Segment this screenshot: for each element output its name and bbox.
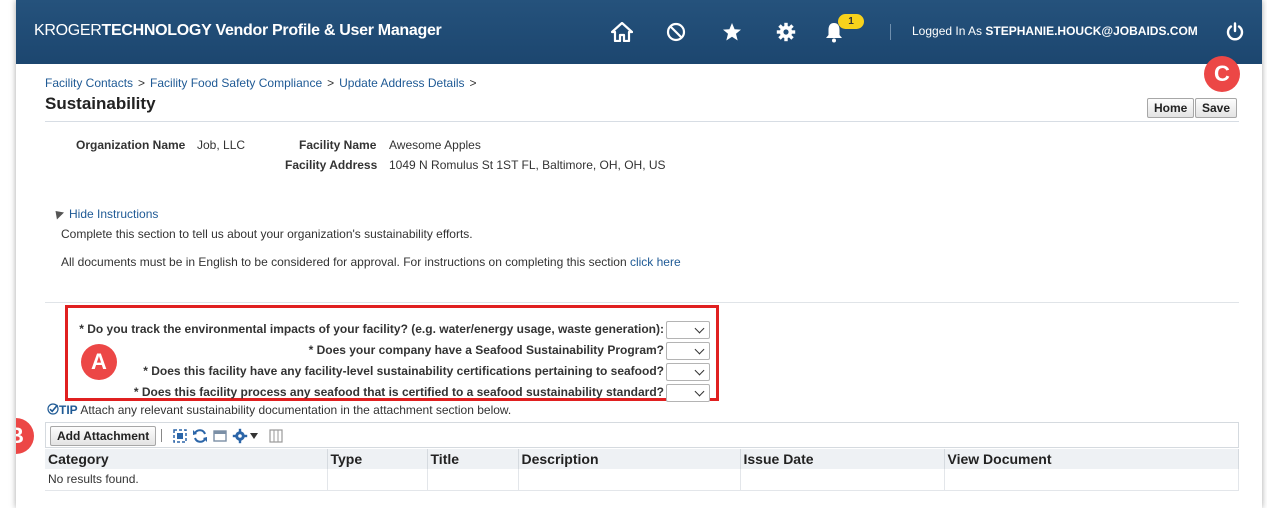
view-icon[interactable]	[212, 428, 228, 444]
home-icon[interactable]	[610, 20, 634, 44]
callout-a: A	[81, 344, 117, 380]
logged-in-info: Logged In As STEPHANIE.HOUCK@JOBAIDS.COM	[912, 24, 1198, 38]
brand-kroger: KROGER	[34, 22, 102, 39]
hide-instructions-toggle[interactable]: Hide Instructions	[51, 207, 159, 221]
column-header-category[interactable]: Category	[45, 449, 328, 469]
caret-down-icon[interactable]	[250, 433, 258, 439]
save-button[interactable]: Save	[1195, 98, 1238, 118]
questions-highlight-box: * Do you track the environmental impacts…	[65, 305, 719, 402]
chevron-down-icon	[694, 386, 705, 397]
chevron-down-icon	[694, 323, 705, 334]
facility-address-value: 1049 N Romulus St 1ST FL, Baltimore, OH,…	[389, 158, 666, 172]
no-results-message: No results found.	[45, 469, 328, 491]
add-attachment-button[interactable]: Add Attachment	[50, 426, 157, 446]
home-button[interactable]: Home	[1147, 98, 1195, 118]
facility-name-label: Facility Name	[299, 138, 377, 152]
breadcrumb-facility-contacts[interactable]: Facility Contacts	[45, 76, 133, 90]
toolbar-divider	[161, 429, 162, 442]
column-header-issue-date[interactable]: Issue Date	[740, 449, 945, 469]
title-divider	[45, 121, 1239, 122]
org-name-label: Organization Name	[76, 138, 186, 152]
app-brand: KROGERTECHNOLOGY Vendor Profile & User Ma…	[34, 22, 442, 40]
breadcrumb-separator: >	[327, 76, 335, 90]
question-3-select[interactable]	[666, 363, 710, 381]
column-header-type[interactable]: Type	[327, 449, 428, 469]
page-title: Sustainability	[45, 94, 156, 113]
click-here-link[interactable]: click here	[630, 255, 681, 269]
question-4-label: * Does this facility process any seafood…	[133, 385, 664, 399]
breadcrumb-food-safety[interactable]: Facility Food Safety Compliance	[150, 76, 322, 90]
chevron-down-icon	[694, 344, 705, 355]
attachments-toolbar: Add Attachment	[45, 422, 1239, 448]
table-cell	[740, 469, 945, 491]
logged-in-user: STEPHANIE.HOUCK@JOBAIDS.COM	[985, 24, 1198, 38]
notification-count-badge: 1	[838, 14, 864, 29]
table-row: No results found.	[45, 469, 1239, 491]
header-bar: KROGERTECHNOLOGY Vendor Profile & User Ma…	[16, 0, 1262, 64]
chevron-down-icon	[694, 365, 705, 376]
question-1-label: * Do you track the environmental impacts…	[79, 322, 664, 336]
table-cell	[518, 469, 741, 491]
question-4-select[interactable]	[666, 384, 710, 402]
table-cell	[327, 469, 428, 491]
app-window: KROGERTECHNOLOGY Vendor Profile & User Ma…	[16, 0, 1262, 508]
tip-word: TIP	[59, 403, 78, 417]
refresh-icon[interactable]	[192, 428, 208, 444]
facility-name-value: Awesome Apples	[389, 138, 481, 152]
breadcrumb: Facility Contacts > Facility Food Safety C…	[45, 76, 482, 90]
tip-text: Attach any relevant sustainability docum…	[80, 403, 512, 417]
hide-instructions-label: Hide Instructions	[69, 207, 159, 221]
instructions-line-1: Complete this section to tell us about y…	[61, 227, 473, 241]
breadcrumb-separator: >	[469, 76, 477, 90]
brand-technology: TECHNOLOGY	[101, 22, 212, 39]
org-name-value: Job, LLC	[197, 138, 246, 152]
question-2-label: * Does your company have a Seafood Susta…	[308, 343, 664, 357]
question-2-select[interactable]	[666, 342, 710, 360]
question-1-select[interactable]	[666, 321, 710, 339]
question-3-label: * Does this facility have any facility-l…	[143, 364, 664, 378]
settings-gear-icon[interactable]	[232, 428, 248, 444]
attachments-table: Category Type Title Description Issue Da…	[45, 449, 1239, 491]
breadcrumb-update-address[interactable]: Update Address Details	[339, 76, 464, 90]
callout-c: C	[1204, 56, 1240, 92]
callout-b: B	[16, 418, 34, 454]
column-header-view-document[interactable]: View Document	[944, 449, 1239, 469]
column-header-description[interactable]: Description	[518, 449, 741, 469]
instructions-line-2: All documents must be in English to be c…	[61, 255, 681, 269]
breadcrumb-separator: >	[138, 76, 146, 90]
no-entry-icon[interactable]	[664, 20, 688, 44]
tip-check-icon	[47, 403, 59, 415]
collapse-triangle-icon	[51, 207, 65, 220]
columns-icon[interactable]	[268, 428, 284, 444]
table-header-row: Category Type Title Description Issue Da…	[45, 449, 1239, 469]
header-divider	[890, 24, 891, 40]
table-cell	[427, 469, 519, 491]
detach-table-icon[interactable]	[172, 428, 188, 444]
instructions-line-2-text: All documents must be in English to be c…	[61, 255, 627, 269]
logged-in-prefix: Logged In As	[912, 24, 983, 38]
favorites-star-icon[interactable]	[720, 20, 744, 44]
settings-gear-icon[interactable]	[774, 20, 798, 44]
column-header-title[interactable]: Title	[427, 449, 519, 469]
table-cell	[944, 469, 1239, 491]
facility-address-label: Facility Address	[285, 158, 378, 172]
section-divider	[45, 302, 1239, 303]
power-icon[interactable]	[1223, 20, 1247, 44]
app-title: Vendor Profile & User Manager	[215, 22, 442, 39]
tip-message: TIP Attach any relevant sustainability d…	[47, 403, 511, 417]
